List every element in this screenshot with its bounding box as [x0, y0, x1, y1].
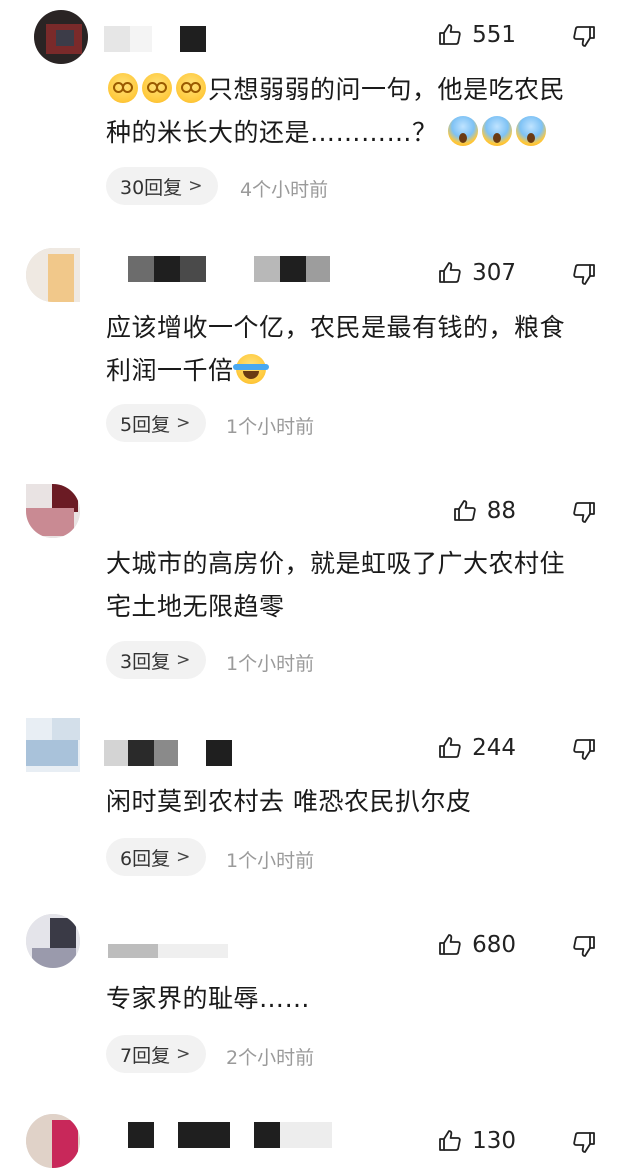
dislike-button[interactable]	[572, 1130, 596, 1154]
screaming-face-emoji	[481, 116, 512, 146]
comment-text-line: 应该增收一个亿，农民是最有钱的，粮食	[106, 313, 566, 342]
thumbs-up-icon	[453, 499, 477, 523]
comment-text: 应该增收一个亿，农民是最有钱的，粮食 利润一千倍	[106, 306, 606, 392]
comment-text-line: 利润一千倍	[106, 356, 234, 385]
chevron-right-icon: >	[176, 847, 191, 867]
like-count: 551	[472, 22, 516, 48]
thumbs-down-icon	[572, 262, 596, 286]
dislike-button[interactable]	[572, 24, 596, 48]
comment-text-line: 宅土地无限趋零	[106, 592, 285, 621]
dizzy-face-emoji	[142, 73, 172, 103]
chevron-right-icon: >	[176, 413, 191, 433]
crying-face-emoji	[232, 354, 269, 384]
like-count: 130	[472, 1128, 516, 1154]
like-button[interactable]: 130	[438, 1128, 516, 1154]
dizzy-face-emoji	[108, 73, 138, 103]
like-button[interactable]: 244	[438, 735, 516, 761]
comment-time: 1个小时前	[226, 653, 315, 675]
chevron-right-icon: >	[176, 650, 191, 670]
thumbs-up-icon	[438, 736, 462, 760]
thumbs-down-icon	[572, 24, 596, 48]
replies-count: 6回复	[120, 847, 171, 870]
chevron-right-icon: >	[188, 176, 203, 196]
like-count: 680	[472, 932, 516, 958]
dislike-button[interactable]	[572, 737, 596, 761]
like-button[interactable]: 307	[438, 260, 516, 286]
thumbs-down-icon	[572, 500, 596, 524]
comment-text: 专家界的耻辱……	[106, 977, 606, 1020]
comment-text: 大城市的高房价，就是虹吸了广大农村住 宅土地无限趋零	[106, 542, 606, 628]
screaming-face-emoji	[515, 116, 546, 146]
comment-time: 2个小时前	[226, 1047, 315, 1069]
avatar[interactable]	[26, 718, 80, 772]
like-button[interactable]: 680	[438, 932, 516, 958]
thumbs-down-icon	[572, 934, 596, 958]
avatar[interactable]	[26, 248, 80, 302]
dislike-button[interactable]	[572, 500, 596, 524]
comment-text-line: 种的米长大的还是…………？	[106, 118, 438, 147]
comment-time: 4个小时前	[240, 179, 329, 201]
replies-count: 30回复	[120, 176, 183, 199]
thumbs-up-icon	[438, 1129, 462, 1153]
replies-button[interactable]: 5回复 >	[106, 404, 206, 442]
comment-text-line: 闲时莫到农村去 唯恐农民扒尔皮	[106, 787, 472, 816]
comment-text-line: 只想弱弱的问一句，他是吃农民	[208, 75, 566, 104]
avatar[interactable]	[34, 10, 88, 64]
thumbs-up-icon	[438, 933, 462, 957]
replies-button[interactable]: 30回复 >	[106, 167, 218, 205]
avatar[interactable]	[26, 484, 80, 538]
comment-time: 1个小时前	[226, 416, 315, 438]
dizzy-face-emoji	[176, 73, 206, 103]
avatar[interactable]	[26, 914, 80, 968]
like-button[interactable]: 551	[438, 22, 516, 48]
thumbs-down-icon	[572, 737, 596, 761]
replies-button[interactable]: 3回复 >	[106, 641, 206, 679]
thumbs-up-icon	[438, 261, 462, 285]
comment-text-line: 大城市的高房价，就是虹吸了广大农村住	[106, 549, 566, 578]
like-button[interactable]: 88	[453, 498, 516, 524]
like-count: 88	[486, 498, 516, 524]
replies-button[interactable]: 6回复 >	[106, 838, 206, 876]
replies-count: 7回复	[120, 1044, 171, 1067]
like-count: 244	[472, 735, 516, 761]
replies-count: 5回复	[120, 413, 171, 436]
comment-text: 只想弱弱的问一句，他是吃农民 种的米长大的还是…………？	[106, 68, 606, 154]
avatar[interactable]	[26, 1114, 80, 1168]
comment-text: 闲时莫到农村去 唯恐农民扒尔皮	[106, 780, 606, 823]
dislike-button[interactable]	[572, 934, 596, 958]
comment-text-line: 专家界的耻辱……	[106, 984, 311, 1013]
screaming-face-emoji	[447, 116, 478, 146]
comment-time: 1个小时前	[226, 850, 315, 872]
thumbs-down-icon	[572, 1130, 596, 1154]
replies-count: 3回复	[120, 650, 171, 673]
dislike-button[interactable]	[572, 262, 596, 286]
like-count: 307	[472, 260, 516, 286]
chevron-right-icon: >	[176, 1044, 191, 1064]
replies-button[interactable]: 7回复 >	[106, 1035, 206, 1073]
thumbs-up-icon	[438, 23, 462, 47]
